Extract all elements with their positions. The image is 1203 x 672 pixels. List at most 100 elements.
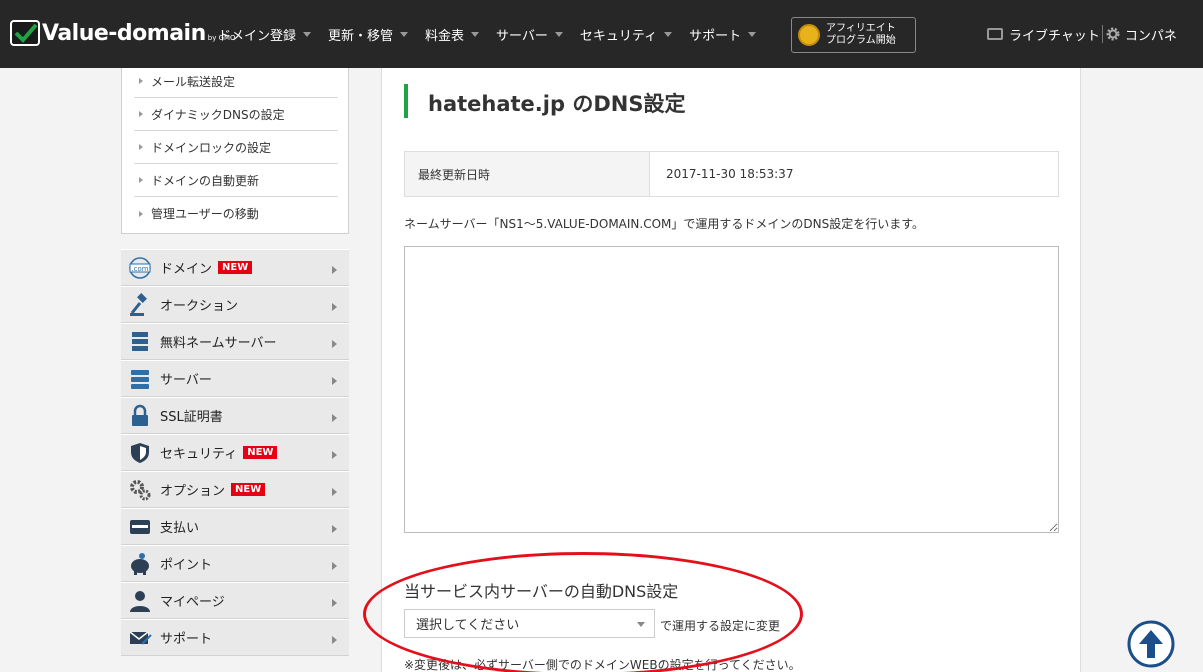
last-updated-table: 最終更新日時 2017-11-30 18:53:37	[404, 151, 1059, 197]
affiliate-label: アフィリエイト プログラム開始	[826, 23, 896, 47]
arrow-right-icon	[332, 451, 337, 459]
domain-settings-links: メール転送設定 ダイナミックDNSの設定 ドメインロックの設定 ドメインの自動更…	[121, 68, 349, 234]
nav-label: セキュリティ	[579, 28, 658, 44]
sidebar-link-auto-renew[interactable]: ドメインの自動更新	[134, 164, 338, 197]
sidebar-link-dynamic-dns[interactable]: ダイナミックDNSの設定	[134, 98, 338, 131]
menu-item-server[interactable]: サーバー	[121, 360, 349, 397]
sidebar-link-label: ダイナミックDNSの設定	[151, 107, 285, 122]
server-stack-icon	[128, 330, 152, 354]
sidebar-link-label: メール転送設定	[151, 74, 236, 89]
user-icon	[128, 589, 152, 613]
title-accent-bar	[404, 84, 408, 118]
last-updated-label: 最終更新日時	[405, 152, 650, 196]
sidebar-link-domain-lock[interactable]: ドメインロックの設定	[134, 131, 338, 164]
arrow-right-icon	[332, 525, 337, 533]
menu-label: オークション	[160, 299, 239, 314]
menu-item-payment[interactable]: 支払い	[121, 508, 349, 545]
service-menu: .com ドメイン NEW オークション 無料ネームサーバー サーバー SSL証…	[121, 249, 349, 656]
caret-down-icon	[303, 32, 312, 37]
triangle-right-icon	[139, 210, 143, 217]
caret-down-icon	[748, 32, 757, 37]
menu-label: サーバー	[160, 373, 212, 388]
arrow-right-icon	[332, 377, 337, 385]
sidebar-link-admin-transfer[interactable]: 管理ユーザーの移動	[134, 197, 338, 230]
menu-item-security[interactable]: セキュリティ NEW	[121, 434, 349, 471]
svg-text:.com: .com	[131, 265, 148, 273]
arrow-right-icon	[332, 488, 337, 496]
live-chat-label: ライブチャット	[1009, 28, 1100, 44]
nav-label: 更新・移管	[328, 28, 394, 44]
affiliate-line1: アフィリエイト	[826, 23, 896, 34]
back-to-top-button[interactable]	[1127, 620, 1175, 668]
menu-item-mypage[interactable]: マイページ	[121, 582, 349, 619]
server-icon	[128, 367, 152, 391]
lock-icon	[128, 404, 152, 428]
control-panel-label: コンパネ	[1124, 28, 1177, 44]
arrow-right-icon	[332, 340, 337, 348]
menu-label: サポート	[160, 632, 213, 647]
checkmark-icon	[10, 20, 40, 46]
top-header: Value-domain by GMO ドメイン登録 更新・移管 料金表 サーバ…	[0, 0, 1203, 68]
select-value: 選択してください	[416, 618, 520, 633]
site-logo[interactable]: Value-domain by GMO	[10, 20, 236, 46]
menu-label: SSL証明書	[160, 410, 223, 425]
menu-item-free-nameserver[interactable]: 無料ネームサーバー	[121, 323, 349, 360]
server-select[interactable]: 選択してください	[404, 609, 655, 638]
nav-renewal-transfer[interactable]: 更新・移管	[328, 25, 409, 44]
sidebar-link-label: ドメインロックの設定	[151, 140, 272, 155]
nav-pricing[interactable]: 料金表	[425, 25, 480, 44]
divider	[1101, 25, 1103, 43]
caret-down-icon	[400, 32, 409, 37]
note-text: ※変更後は、必ずサーバー側でのドメインWEBの設定を行ってください。	[404, 658, 801, 672]
affiliate-button[interactable]: アフィリエイト プログラム開始	[791, 17, 916, 53]
new-badge: NEW	[243, 446, 278, 459]
card-icon	[128, 515, 152, 539]
select-suffix: で運用する設定に変更	[660, 619, 781, 633]
dropdown-arrow-icon	[637, 622, 645, 627]
arrow-right-icon	[332, 562, 337, 570]
arrow-right-icon	[332, 414, 337, 422]
nav-security[interactable]: セキュリティ	[579, 25, 673, 44]
nav-domain-registration[interactable]: ドメイン登録	[218, 25, 312, 44]
menu-item-ssl[interactable]: SSL証明書	[121, 397, 349, 434]
menu-label: ドメイン	[160, 262, 213, 277]
menu-item-support[interactable]: サポート	[121, 619, 349, 656]
control-panel-link[interactable]: コンパネ	[1105, 25, 1177, 44]
nav-support[interactable]: サポート	[689, 25, 757, 44]
triangle-right-icon	[139, 177, 143, 183]
nav-label: ドメイン登録	[218, 28, 297, 44]
menu-item-domain[interactable]: .com ドメイン NEW	[121, 249, 349, 286]
arrow-right-icon	[332, 266, 337, 274]
menu-label: オプション	[160, 484, 226, 499]
nav-label: サポート	[689, 28, 742, 44]
caret-down-icon	[471, 32, 480, 37]
menu-item-options[interactable]: オプション NEW	[121, 471, 349, 508]
nav-server[interactable]: サーバー	[496, 25, 563, 44]
header-right: ライブチャット コンパネ	[987, 0, 1177, 68]
triangle-right-icon	[139, 78, 143, 84]
globe-com-icon: .com	[128, 256, 152, 280]
mail-icon	[128, 626, 152, 650]
logo-text: Value-domain	[42, 20, 206, 46]
arrow-right-icon	[332, 636, 337, 644]
menu-label: ポイント	[160, 558, 213, 573]
page-title: hatehate.jp のDNS設定	[428, 92, 686, 116]
triangle-right-icon	[139, 111, 143, 117]
live-chat-link[interactable]: ライブチャット	[987, 25, 1100, 44]
last-updated-value: 2017-11-30 18:53:37	[666, 167, 794, 181]
nav-label: 料金表	[425, 28, 465, 44]
affiliate-line2: プログラム開始	[826, 35, 896, 46]
auto-dns-title: 当サービス内サーバーの自動DNS設定	[404, 582, 679, 601]
dns-records-textarea[interactable]	[404, 246, 1059, 533]
gear-icon	[1106, 27, 1120, 41]
piggy-bank-icon	[128, 552, 152, 576]
menu-item-points[interactable]: ポイント	[121, 545, 349, 582]
caret-down-icon	[664, 32, 673, 37]
menu-label: 支払い	[160, 521, 200, 536]
gavel-icon	[128, 292, 152, 317]
menu-item-auction[interactable]: オークション	[121, 286, 349, 323]
sidebar-link-mail-forwarding[interactable]: メール転送設定	[134, 65, 338, 98]
main-nav: ドメイン登録 更新・移管 料金表 サーバー セキュリティ サポート	[218, 0, 773, 68]
gears-icon	[128, 478, 152, 502]
main-content: hatehate.jp のDNS設定 最終更新日時 2017-11-30 18:…	[381, 68, 1081, 672]
